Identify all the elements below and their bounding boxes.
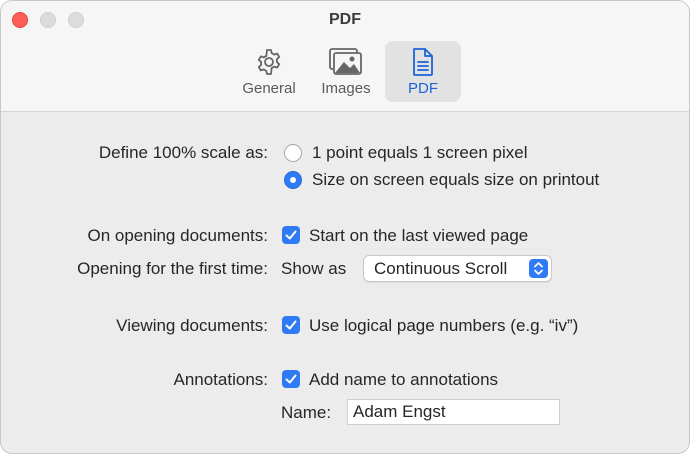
gear-icon — [231, 47, 307, 77]
display-mode-popup[interactable]: Continuous Scroll — [363, 255, 552, 282]
radio-screen-pixel[interactable] — [284, 144, 302, 162]
tab-images-label: Images — [321, 80, 371, 97]
name-field-label: Name: — [281, 403, 332, 422]
annotations-label: Annotations: — [173, 370, 268, 389]
display-mode-value: Continuous Scroll — [374, 259, 508, 278]
start-last-page-checkbox[interactable] — [282, 226, 300, 244]
checkmark-icon — [285, 374, 297, 384]
opening-label: On opening documents: — [87, 226, 268, 245]
logical-page-numbers-label[interactable]: Use logical page numbers (e.g. “iv”) — [309, 316, 578, 336]
photos-icon — [308, 47, 384, 77]
start-last-page-label[interactable]: Start on the last viewed page — [309, 226, 528, 246]
name-field[interactable] — [347, 399, 560, 425]
show-as-label: Show as — [281, 259, 347, 278]
tab-pdf-label: PDF — [408, 80, 438, 97]
window-title: PDF — [329, 11, 361, 28]
checkmark-icon — [285, 320, 297, 330]
radio-screen-pixel-label[interactable]: 1 point equals 1 screen pixel — [312, 143, 527, 163]
radio-size-on-printout-label[interactable]: Size on screen equals size on printout — [312, 170, 599, 190]
add-name-label[interactable]: Add name to annotations — [309, 370, 498, 390]
chevron-up-down-icon — [529, 259, 548, 278]
checkmark-icon — [285, 230, 297, 240]
viewing-label: Viewing documents: — [116, 316, 268, 335]
logical-page-numbers-checkbox[interactable] — [282, 316, 300, 334]
tab-images[interactable]: Images — [308, 41, 384, 102]
scale-label: Define 100% scale as: — [98, 143, 268, 162]
add-name-checkbox[interactable] — [282, 370, 300, 388]
document-icon — [385, 47, 461, 77]
pdf-preferences-window: PDF General Images PDF Define 100% scale… — [0, 0, 690, 454]
tab-general-label: General — [242, 80, 296, 97]
radio-size-on-printout[interactable] — [284, 171, 302, 189]
tab-pdf[interactable]: PDF — [385, 41, 461, 102]
first-time-label: Opening for the first time: — [77, 259, 268, 278]
toolbar: PDF General Images PDF — [1, 1, 689, 112]
tab-general[interactable]: General — [231, 41, 307, 102]
